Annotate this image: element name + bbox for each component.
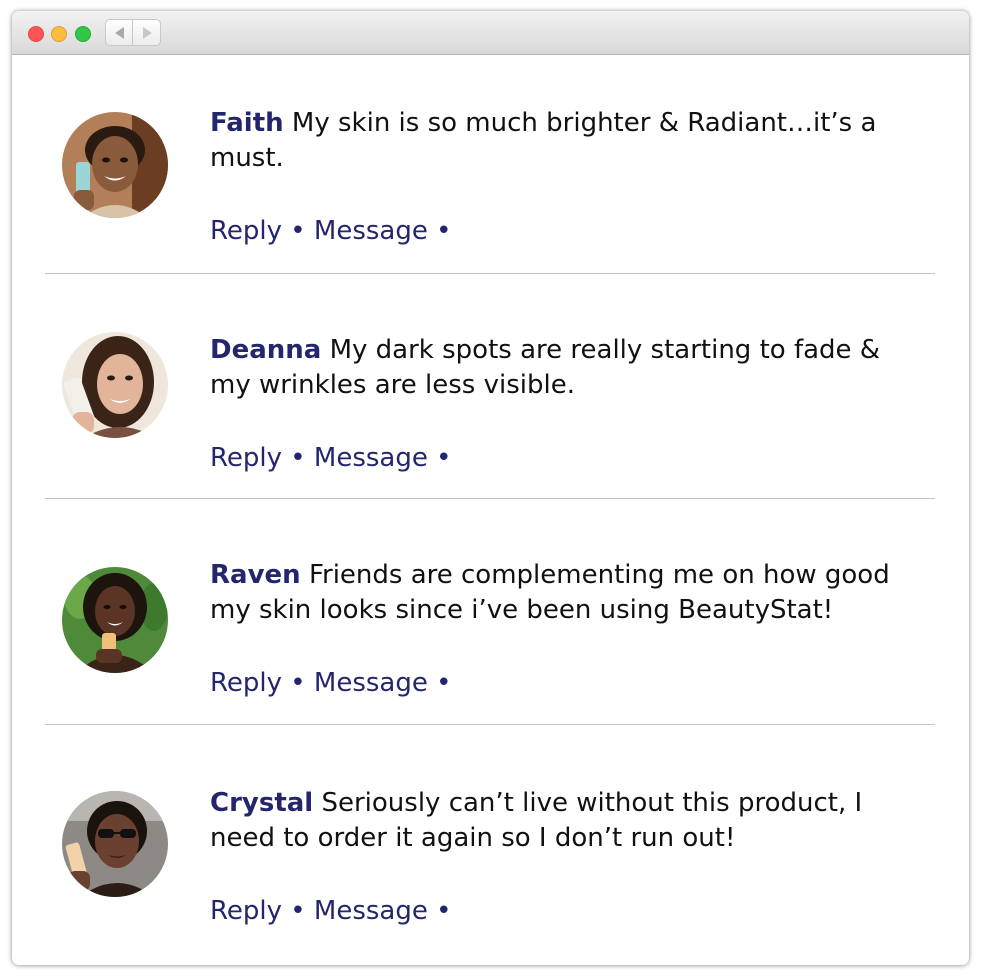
commenter-name[interactable]: Faith: [210, 108, 284, 138]
comment-divider: [45, 273, 935, 274]
avatar: [62, 791, 168, 897]
commenter-name[interactable]: Crystal: [210, 788, 313, 818]
left-triangle-icon: [115, 27, 124, 39]
reply-link[interactable]: Reply: [210, 443, 282, 473]
avatar: [62, 567, 168, 673]
comment-actions: Reply • Message •: [210, 894, 451, 929]
comment-body: My skin is so much brighter & Radiant…it…: [210, 108, 877, 173]
separator-dot: •: [290, 896, 306, 926]
comment-divider: [45, 498, 935, 499]
message-link[interactable]: Message: [314, 216, 428, 246]
reply-link[interactable]: Reply: [210, 668, 282, 698]
close-window-button[interactable]: [28, 26, 44, 42]
message-link[interactable]: Message: [314, 443, 428, 473]
separator-dot: •: [436, 668, 452, 698]
profile-photo: [62, 332, 168, 438]
avatar: [62, 332, 168, 438]
profile-photo: [62, 112, 168, 218]
separator-dot: •: [436, 443, 452, 473]
forward-button[interactable]: [133, 19, 161, 46]
message-link[interactable]: Message: [314, 668, 428, 698]
comment-text: Crystal Seriously can’t live without thi…: [210, 786, 910, 856]
comment-actions: Reply • Message •: [210, 214, 451, 249]
separator-dot: •: [290, 443, 306, 473]
comment-text: Faith My skin is so much brighter & Radi…: [210, 106, 910, 176]
right-triangle-icon: [143, 27, 152, 39]
comment-actions: Reply • Message •: [210, 441, 451, 476]
back-button[interactable]: [105, 19, 133, 46]
reply-link[interactable]: Reply: [210, 896, 282, 926]
minimize-window-button[interactable]: [51, 26, 67, 42]
commenter-name[interactable]: Raven: [210, 560, 301, 590]
comment-text: Raven Friends are complementing me on ho…: [210, 558, 910, 628]
message-link[interactable]: Message: [314, 896, 428, 926]
browser-window: Faith My skin is so much brighter & Radi…: [12, 11, 969, 965]
avatar: [62, 112, 168, 218]
comment-text: Deanna My dark spots are really starting…: [210, 333, 910, 403]
reply-link[interactable]: Reply: [210, 216, 282, 246]
profile-photo: [62, 567, 168, 673]
separator-dot: •: [436, 896, 452, 926]
profile-photo: [62, 791, 168, 897]
comment-actions: Reply • Message •: [210, 666, 451, 701]
separator-dot: •: [290, 216, 306, 246]
commenter-name[interactable]: Deanna: [210, 335, 321, 365]
separator-dot: •: [290, 668, 306, 698]
comment-divider: [45, 724, 935, 725]
separator-dot: •: [436, 216, 452, 246]
title-bar: [12, 11, 969, 55]
maximize-window-button[interactable]: [75, 26, 91, 42]
comment-body: Friends are complementing me on how good…: [210, 560, 890, 625]
